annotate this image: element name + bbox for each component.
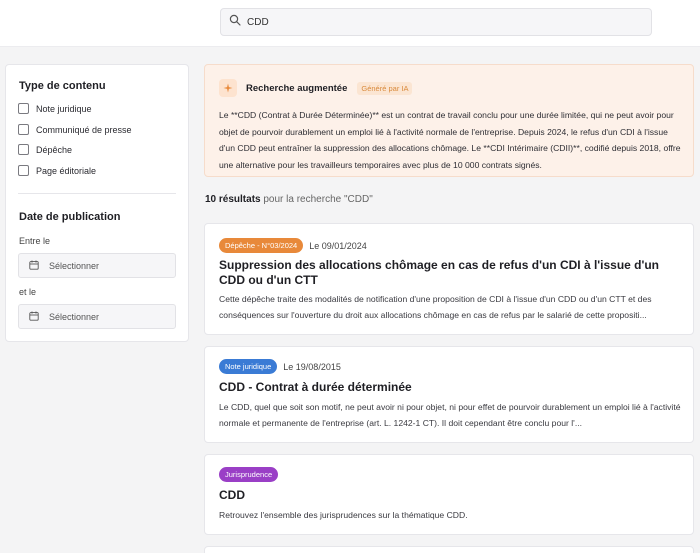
result-title[interactable]: Suppression des allocations chômage en c… xyxy=(219,258,681,288)
checkbox[interactable] xyxy=(18,165,29,176)
filters-divider xyxy=(18,193,176,194)
content-type-badge: Jurisprudence xyxy=(219,467,279,482)
checkbox[interactable] xyxy=(18,103,29,114)
result-card[interactable] xyxy=(204,546,694,553)
checkbox[interactable] xyxy=(18,124,29,135)
filter-label: Note juridique xyxy=(36,103,92,114)
result-excerpt: Le CDD, quel que soit son motif, ne peut… xyxy=(219,402,681,428)
filter-label: Page éditoriale xyxy=(36,165,97,176)
filter-label: Dépêche xyxy=(36,144,73,155)
result-excerpt: Cette dépêche traite des modalités de no… xyxy=(219,294,652,320)
content-type-badge: Note juridique xyxy=(219,359,278,374)
result-card[interactable]: Note juridique Le 19/08/2015 CDD - Contr… xyxy=(204,346,694,443)
result-date: Le 09/01/2024 xyxy=(309,240,367,251)
sparkle-icon xyxy=(219,79,237,97)
result-title[interactable]: CDD xyxy=(219,488,681,503)
date-to-placeholder: Sélectionner xyxy=(49,311,100,322)
search-bar[interactable] xyxy=(220,8,652,36)
calendar-icon xyxy=(29,257,39,275)
results-count: 10 résultats pour la recherche "CDD" xyxy=(205,194,373,205)
checkbox[interactable] xyxy=(18,144,29,155)
result-card[interactable]: Jurisprudence CDD Retrouvez l'ensemble d… xyxy=(204,454,694,535)
content-type-heading: Type de contenu xyxy=(19,80,106,92)
ai-summary-title: Recherche augmentée xyxy=(246,82,348,94)
filter-label: Communiqué de presse xyxy=(36,124,132,135)
result-meta: Jurisprudence xyxy=(219,467,279,482)
publication-date-heading: Date de publication xyxy=(19,211,121,223)
ai-summary-panel: Recherche augmentée Généré par IA Le **C… xyxy=(204,64,694,177)
result-title[interactable]: CDD - Contrat à durée déterminée xyxy=(219,380,681,395)
filter-note-juridique[interactable]: Note juridique xyxy=(18,103,92,114)
filter-depeche[interactable]: Dépêche xyxy=(18,144,72,155)
result-meta: Note juridique Le 19/08/2015 xyxy=(219,359,341,374)
result-excerpt: Retrouvez l'ensemble des jurisprudences … xyxy=(219,510,468,520)
search-icon xyxy=(229,13,241,31)
date-from-placeholder: Sélectionner xyxy=(49,260,100,271)
filter-communique-de-presse[interactable]: Communiqué de presse xyxy=(18,124,132,135)
date-from-picker[interactable]: Sélectionner xyxy=(18,253,176,278)
ai-summary-text: Le **CDD (Contrat à Durée Déterminée)** … xyxy=(219,110,681,170)
filters-panel: Type de contenu Note juridique Communiqu… xyxy=(5,64,189,342)
ai-summary-header: Recherche augmentée Généré par IA xyxy=(219,79,413,97)
result-date: Le 19/08/2015 xyxy=(283,361,341,372)
filter-page-editoriale[interactable]: Page éditoriale xyxy=(18,165,96,176)
results-count-query: pour la recherche "CDD" xyxy=(260,194,373,205)
calendar-icon xyxy=(29,308,39,326)
date-to-picker[interactable]: Sélectionner xyxy=(18,304,176,329)
content-type-badge: Dépêche - N°03/2024 xyxy=(219,238,304,253)
date-to-label: et le xyxy=(19,287,37,297)
result-card[interactable]: Dépêche - N°03/2024 Le 09/01/2024 Suppre… xyxy=(204,223,694,335)
date-from-label: Entre le xyxy=(19,236,51,246)
ai-generated-badge: Généré par IA xyxy=(357,81,413,95)
top-bar xyxy=(0,0,700,47)
search-input[interactable] xyxy=(247,16,627,28)
result-meta: Dépêche - N°03/2024 Le 09/01/2024 xyxy=(219,238,367,253)
results-count-number: 10 résultats xyxy=(205,194,261,205)
